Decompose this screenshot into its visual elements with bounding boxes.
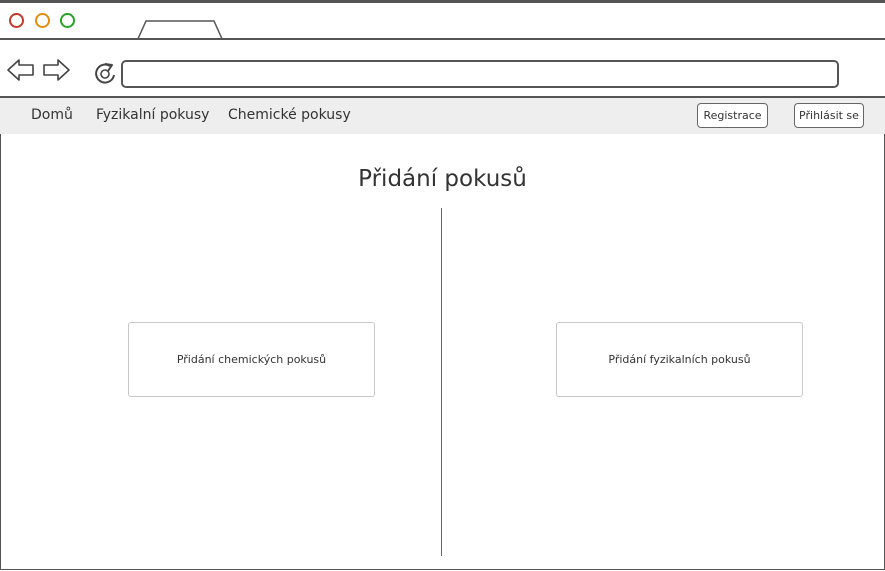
add-chemical-experiments-button[interactable]: Přidání chemických pokusů (128, 322, 375, 397)
nav-item-home[interactable]: Domů (31, 107, 73, 123)
maximize-window-button[interactable] (60, 13, 75, 28)
add-physical-experiments-button[interactable]: Přidání fyzikalních pokusů (556, 322, 803, 397)
minimize-window-button[interactable] (35, 13, 50, 28)
close-window-button[interactable] (9, 13, 24, 28)
vertical-divider (441, 208, 442, 556)
nav-item-physics-experiments[interactable]: Fyzikalní pokusy (96, 107, 209, 123)
register-button[interactable]: Registrace (697, 103, 768, 128)
reload-icon[interactable] (92, 60, 118, 86)
login-button[interactable]: Přihlásit se (794, 103, 864, 128)
forward-arrow-icon[interactable] (42, 58, 71, 82)
nav-item-chemistry-experiments[interactable]: Chemické pokusy (228, 107, 351, 123)
browser-tab[interactable] (136, 19, 224, 41)
browser-title-bar (0, 0, 885, 41)
back-arrow-icon[interactable] (6, 58, 35, 82)
top-navigation-bar: Domů Fyzikalní pokusy Chemické pokusy Re… (0, 98, 885, 134)
browser-toolbar (0, 40, 885, 98)
page-title: Přidání pokusů (358, 166, 527, 192)
address-bar-input[interactable] (121, 60, 839, 88)
